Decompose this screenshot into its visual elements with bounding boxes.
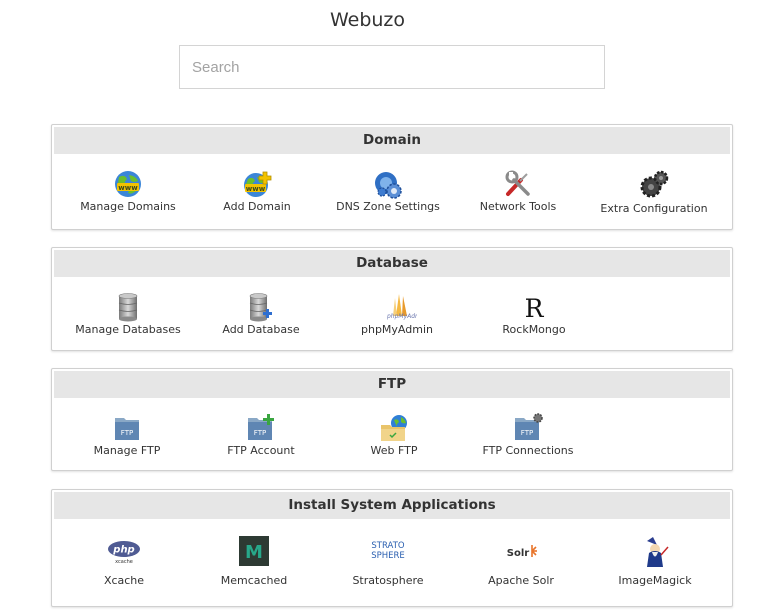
manage-domains-button[interactable]: www Manage Domains: [78, 169, 178, 213]
database-add-icon: [246, 292, 276, 322]
svg-text:Solr: Solr: [507, 548, 530, 559]
stratosphere-label: Stratosphere: [352, 574, 424, 587]
dns-gears-icon: [373, 169, 403, 199]
dns-zone-settings-label: DNS Zone Settings: [336, 200, 440, 213]
memcached-logo-icon: M: [238, 535, 270, 569]
imagemagick-button[interactable]: ImageMagick: [605, 535, 705, 587]
svg-text:php: php: [112, 545, 134, 556]
network-tools-label: Network Tools: [479, 200, 557, 213]
search-input[interactable]: [179, 45, 605, 89]
add-domain-label: Add Domain: [223, 200, 291, 213]
apache-solr-button[interactable]: Solr Apache Solr: [471, 535, 571, 587]
svg-text:STRATO: STRATO: [371, 541, 404, 551]
manage-databases-label: Manage Databases: [75, 323, 181, 336]
manage-databases-button[interactable]: Manage Databases: [68, 292, 188, 336]
rockmongo-button[interactable]: R RockMongo: [484, 292, 584, 336]
wrench-screwdriver-icon: [503, 169, 533, 199]
memcached-button[interactable]: M Memcached: [204, 535, 304, 587]
ftp-connections-button[interactable]: FTP FTP Connections: [478, 413, 578, 457]
svg-text:FTP: FTP: [254, 429, 266, 437]
xcache-label: Xcache: [103, 574, 145, 587]
extra-configuration-button[interactable]: Extra Configuration: [594, 169, 714, 215]
extra-configuration-label: Extra Configuration: [600, 202, 708, 215]
manage-ftp-button[interactable]: FTP Manage FTP: [77, 413, 177, 457]
svg-text:xcache: xcache: [115, 559, 133, 565]
rockmongo-logo-icon: R: [519, 292, 549, 322]
ftp-folder-add-icon: FTP: [246, 413, 276, 443]
imagemagick-label: ImageMagick: [618, 574, 692, 587]
network-tools-button[interactable]: Network Tools: [468, 169, 568, 213]
ftp-account-label: FTP Account: [227, 444, 295, 457]
ftp-panel-header: FTP: [54, 371, 730, 398]
phpmyadmin-label: phpMyAdmin: [361, 323, 433, 336]
svg-text:phpMyAdmin: phpMyAdmin: [386, 313, 417, 320]
apache-solr-label: Apache Solr: [488, 574, 554, 587]
ftp-connections-label: FTP Connections: [482, 444, 574, 457]
install-system-applications-panel: Install System Applications php xcache Xc…: [51, 489, 733, 607]
add-database-button[interactable]: Add Database: [211, 292, 311, 336]
manage-ftp-label: Manage FTP: [93, 444, 161, 457]
manage-domains-label: Manage Domains: [80, 200, 176, 213]
ftp-panel: FTP FTP Manage FTP FTP FTP Account Web F…: [51, 368, 733, 471]
xcache-logo-icon: php xcache: [106, 535, 142, 569]
app-title: Webuzo: [329, 9, 406, 31]
phpmyadmin-button[interactable]: phpMyAdmin phpMyAdmin: [347, 292, 447, 336]
ftp-folder-icon: FTP: [112, 413, 142, 443]
stratosphere-logo-icon: STRATO SPHERE: [368, 535, 408, 569]
database-panel: Database Manage Databases Add Database p…: [51, 247, 733, 351]
stratosphere-button[interactable]: STRATO SPHERE Stratosphere: [338, 535, 438, 587]
svg-text:SPHERE: SPHERE: [371, 551, 405, 561]
svg-text:R: R: [525, 294, 545, 322]
domain-panel: Domain www Manage Domains www Add Domain…: [51, 124, 733, 230]
svg-text:FTP: FTP: [121, 429, 133, 437]
svg-text:www: www: [246, 185, 266, 193]
solr-logo-icon: Solr: [501, 535, 541, 569]
svg-text:www: www: [118, 184, 138, 192]
xcache-button[interactable]: php xcache Xcache: [74, 535, 174, 587]
globe-www-icon: www: [113, 169, 143, 199]
memcached-label: Memcached: [220, 574, 288, 587]
ftp-account-button[interactable]: FTP FTP Account: [211, 413, 311, 457]
database-panel-header: Database: [54, 250, 730, 277]
ftp-folder-gear-icon: FTP: [513, 413, 543, 443]
web-ftp-folder-icon: [379, 413, 409, 443]
web-ftp-button[interactable]: Web FTP: [344, 413, 444, 457]
dark-gear-icon: [639, 169, 669, 199]
globe-www-add-icon: www: [242, 169, 272, 199]
phpmyadmin-logo-icon: phpMyAdmin: [377, 292, 417, 322]
imagemagick-wizard-icon: [639, 535, 671, 569]
database-icon: [113, 292, 143, 322]
dns-zone-settings-button[interactable]: DNS Zone Settings: [328, 169, 448, 213]
add-database-label: Add Database: [222, 323, 300, 336]
svg-text:FTP: FTP: [521, 429, 533, 437]
domain-panel-header: Domain: [54, 127, 730, 154]
web-ftp-label: Web FTP: [370, 444, 418, 457]
svg-text:M: M: [245, 542, 263, 563]
install-system-applications-header: Install System Applications: [54, 492, 730, 519]
add-domain-button[interactable]: www Add Domain: [207, 169, 307, 213]
rockmongo-label: RockMongo: [502, 323, 566, 336]
